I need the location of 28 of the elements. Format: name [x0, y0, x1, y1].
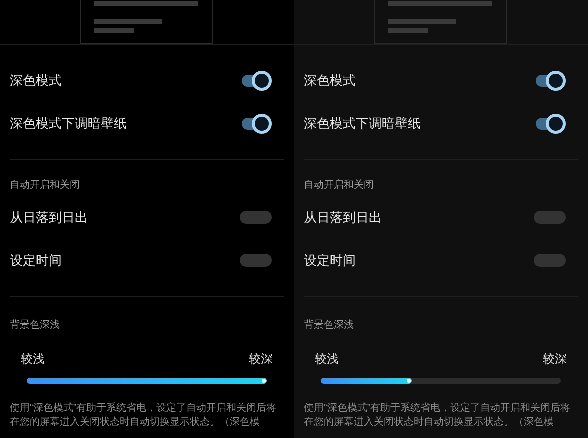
setting-label: 深色模式: [10, 72, 62, 90]
toggle-switch[interactable]: [242, 114, 272, 134]
toggle-switch[interactable]: [242, 70, 272, 90]
section-heading: 自动开启和关闭: [10, 178, 80, 192]
slider-min-label: 较浅: [315, 351, 339, 368]
section-heading: 背景色深浅: [10, 320, 60, 331]
description-text: 使用“深色模式”有助于系统省电，设定了自动开启和关闭后将在您的屏幕进入关闭状态时自动切换显示状态。（深色模: [10, 402, 278, 430]
setting-label: 深色模式: [304, 72, 356, 90]
setting-label: 从日落到日出: [10, 208, 88, 227]
slider-thumb[interactable]: [262, 379, 266, 383]
toggle-switch[interactable]: [240, 211, 272, 224]
toggle-switch[interactable]: [534, 211, 566, 224]
toggle-switch[interactable]: [536, 114, 566, 134]
section-heading: 背景色深浅: [304, 320, 354, 331]
slider-thumb[interactable]: [407, 379, 412, 383]
section-heading: 自动开启和关闭: [304, 178, 374, 192]
slider-max-label: 较深: [543, 351, 567, 368]
toggle-switch[interactable]: [536, 70, 566, 90]
toggle-switch[interactable]: [534, 254, 566, 267]
toggle-switch[interactable]: [240, 254, 272, 267]
setting-label: 从日落到日出: [304, 208, 382, 227]
setting-label: 设定时间: [10, 252, 62, 270]
setting-label: 深色模式下调暗壁纸: [304, 114, 421, 133]
slider-min-label: 较浅: [21, 351, 45, 368]
description-text: 使用“深色模式”有助于系统省电，设定了自动开启和关闭后将在您的屏幕进入关闭状态时自动切换显示状态。（深色模: [304, 402, 572, 430]
setting-label: 设定时间: [304, 252, 356, 270]
setting-label: 深色模式下调暗壁纸: [10, 114, 127, 133]
slider-max-label: 较深: [249, 351, 273, 368]
